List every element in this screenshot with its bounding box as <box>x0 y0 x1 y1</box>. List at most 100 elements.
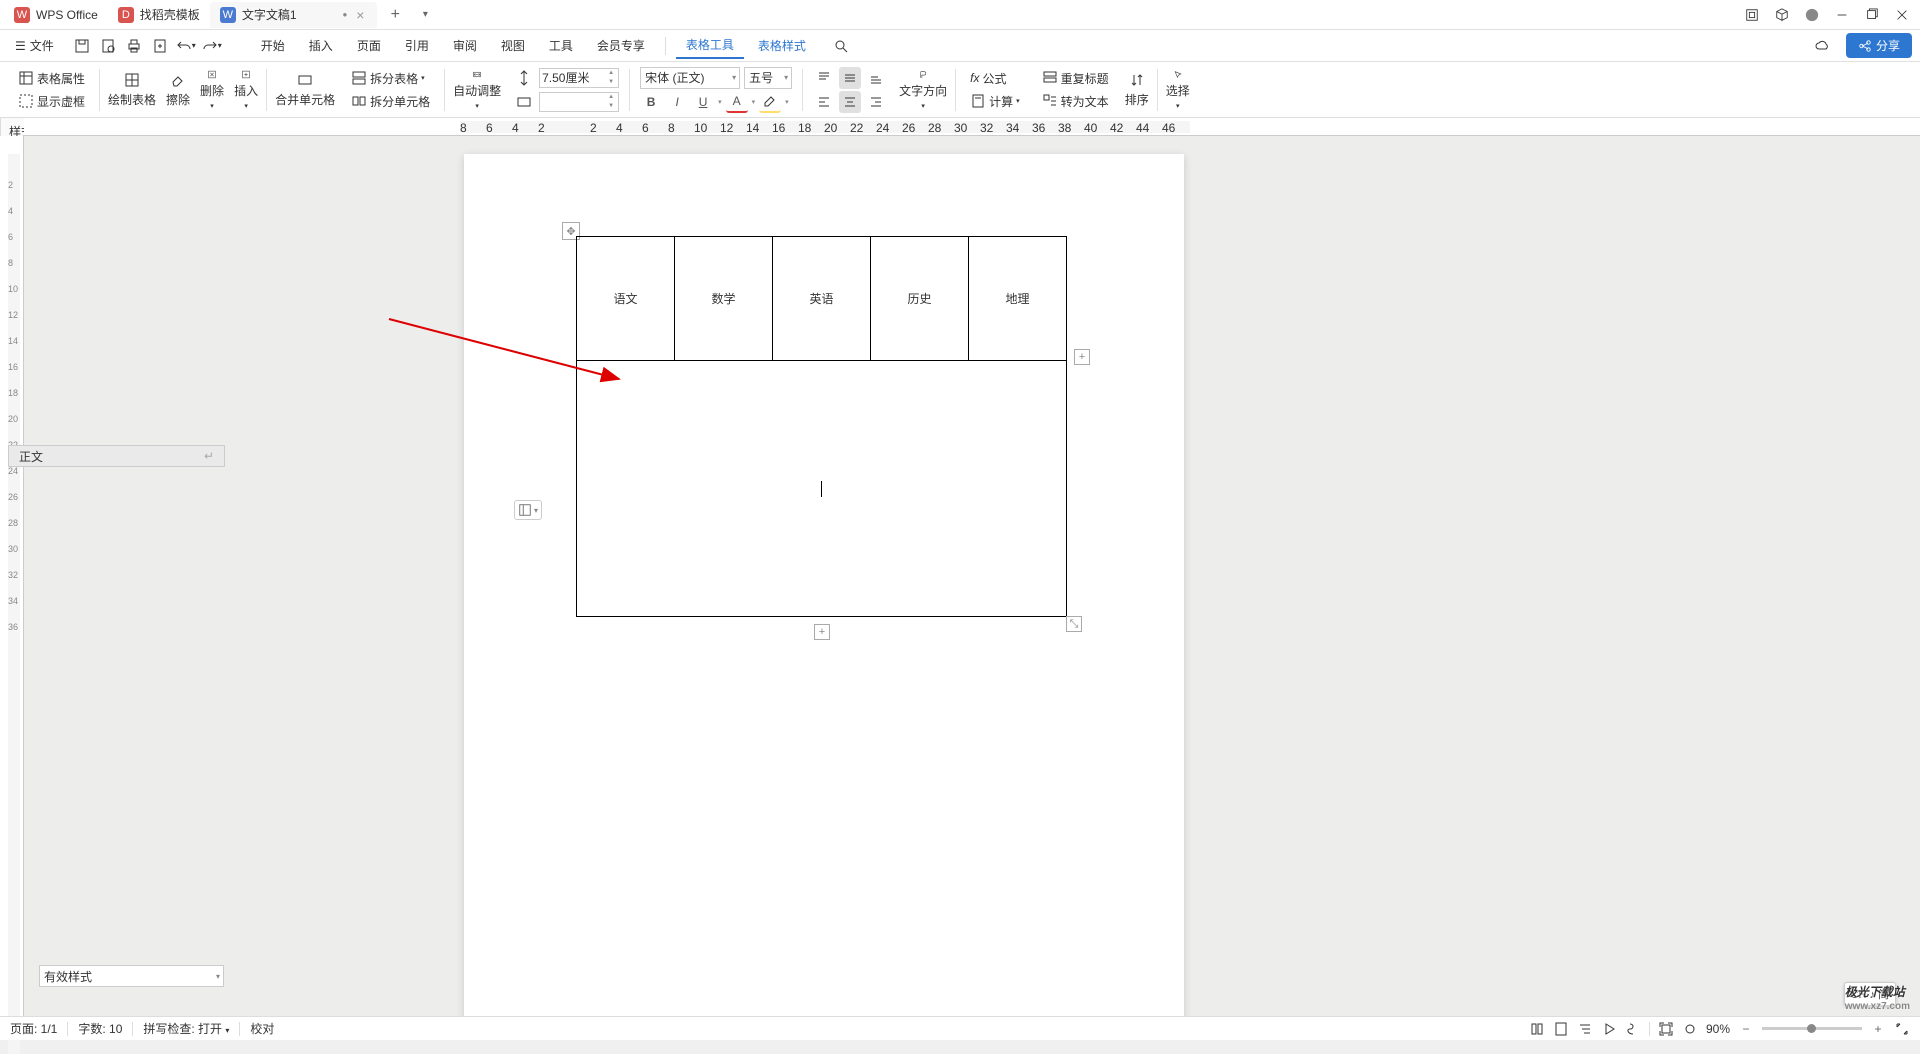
delete-button[interactable]: 删除▾ <box>196 68 228 112</box>
minimize-button[interactable] <box>1828 1 1856 29</box>
print-icon[interactable] <box>123 35 145 57</box>
search-icon[interactable] <box>830 35 852 57</box>
convert-to-text-button[interactable]: 转为文本 <box>1038 91 1113 112</box>
sort-button[interactable]: 排序 <box>1121 68 1153 112</box>
align-right-button[interactable] <box>865 91 887 113</box>
table-resize-handle[interactable]: ⤡ <box>1066 616 1082 632</box>
align-bottom-button[interactable] <box>865 67 887 89</box>
align-center-button[interactable] <box>839 91 861 113</box>
vertical-ruler[interactable]: 24681012141618202224262830323436 <box>0 136 24 1016</box>
draw-table-button[interactable]: 绘制表格 <box>104 68 160 112</box>
align-top-button[interactable] <box>813 67 835 89</box>
redo-icon[interactable]: ▾ <box>201 35 223 57</box>
cube-icon[interactable] <box>1768 1 1796 29</box>
tab-label: 找稻壳模板 <box>140 6 200 23</box>
select-button[interactable]: 选择▾ <box>1162 68 1194 112</box>
outline-view-icon[interactable] <box>1577 1021 1593 1037</box>
print-layout-icon[interactable] <box>1553 1021 1569 1037</box>
tab-wps-home[interactable]: W WPS Office <box>4 2 108 28</box>
menu-member[interactable]: 会员专享 <box>587 33 655 58</box>
export-icon[interactable] <box>149 35 171 57</box>
new-tab-button[interactable]: + <box>383 3 407 27</box>
font-size-select[interactable]: 五号▾ <box>744 67 792 89</box>
table-properties-button[interactable]: 表格属性 <box>14 68 89 89</box>
new-tab-menu[interactable]: ▾ <box>413 3 437 27</box>
menu-bar: ☰ 文件 ▾ ▾ 开始 插入 页面 引用 审阅 视图 工具 会员专享 表格工具 … <box>0 30 1920 62</box>
underline-button[interactable]: U <box>692 91 714 113</box>
menu-table-style[interactable]: 表格样式 <box>748 33 816 58</box>
file-menu[interactable]: ☰ 文件 <box>8 34 61 57</box>
page-indicator[interactable]: 页面: 1/1 <box>10 1020 57 1037</box>
document-table[interactable]: 语文 数学 英语 历史 地理 <box>576 236 1067 617</box>
zoom-in-button[interactable]: + <box>1870 1021 1886 1037</box>
status-bar: 页面: 1/1 字数: 10 拼写检查: 打开 ▾ 校对 90% − + <box>0 1016 1920 1040</box>
display-filter-select[interactable]: 有效样式▾ <box>39 965 224 987</box>
menu-view[interactable]: 视图 <box>491 33 535 58</box>
align-middle-button[interactable] <box>839 67 861 89</box>
table-cell[interactable]: 历史 <box>871 237 969 361</box>
word-count[interactable]: 字数: 10 <box>78 1020 122 1037</box>
document-canvas[interactable]: ✥ 语文 数学 英语 历史 地理 ⤡ + + ▾ <box>24 136 1652 1016</box>
font-color-button[interactable]: A <box>726 91 748 113</box>
add-column-button[interactable]: + <box>1074 349 1090 365</box>
undo-icon[interactable]: ▾ <box>175 35 197 57</box>
highlight-button[interactable] <box>759 91 781 113</box>
hamburger-icon: ☰ <box>15 39 26 53</box>
fit-page-icon[interactable] <box>1894 1021 1910 1037</box>
menu-tools[interactable]: 工具 <box>539 33 583 58</box>
night-mode-icon[interactable] <box>1682 1021 1698 1037</box>
focus-mode-icon[interactable] <box>1658 1021 1674 1037</box>
insert-cells-button[interactable]: 插入▾ <box>230 68 262 112</box>
calculate-button[interactable]: 计算▾ <box>966 91 1024 112</box>
row-height-input[interactable]: 7.50厘米▲▼ <box>539 68 619 88</box>
annotation-arrow <box>384 314 634 394</box>
close-icon[interactable]: × <box>353 8 367 22</box>
menu-review[interactable]: 审阅 <box>443 33 487 58</box>
print-preview-icon[interactable] <box>97 35 119 57</box>
italic-button[interactable]: I <box>666 91 688 113</box>
split-table-button[interactable]: 拆分表格▾ <box>347 68 434 89</box>
save-icon[interactable] <box>71 35 93 57</box>
eraser-button[interactable]: 擦除 <box>162 68 194 112</box>
table-cell[interactable]: 英语 <box>773 237 871 361</box>
avatar-icon[interactable] <box>1798 1 1826 29</box>
zoom-out-button[interactable]: − <box>1738 1021 1754 1037</box>
proofing-status[interactable]: 校对 <box>250 1020 274 1037</box>
zoom-slider[interactable] <box>1762 1027 1862 1030</box>
menu-reference[interactable]: 引用 <box>395 33 439 58</box>
compact-icon[interactable] <box>1738 1 1766 29</box>
share-button[interactable]: 分享 <box>1846 33 1912 58</box>
spell-check-status[interactable]: 拼写检查: 打开 ▾ <box>143 1020 229 1037</box>
show-gridlines-button[interactable]: 显示虚框 <box>14 91 89 112</box>
text-direction-button[interactable]: 文字方向▾ <box>895 68 951 112</box>
menu-insert[interactable]: 插入 <box>299 33 343 58</box>
tab-document[interactable]: W 文字文稿1 ● × <box>210 2 378 28</box>
web-layout-icon[interactable] <box>1601 1021 1617 1037</box>
ribbon: 表格属性 显示虚框 绘制表格 擦除 删除▾ 插入▾ 合并单元格 拆分表格▾ 拆分… <box>0 62 1920 118</box>
cloud-icon[interactable] <box>1812 35 1834 57</box>
zoom-value[interactable]: 90% <box>1706 1022 1730 1036</box>
table-cell[interactable]: 数学 <box>675 237 773 361</box>
horizontal-ruler[interactable]: 8642246810121416182022242628303234363840… <box>24 118 1920 136</box>
read-mode-icon[interactable] <box>1625 1021 1641 1037</box>
table-context-button[interactable]: ▾ <box>514 500 542 520</box>
maximize-button[interactable] <box>1858 1 1886 29</box>
close-button[interactable] <box>1888 1 1916 29</box>
formula-button[interactable]: fx公式 <box>966 68 1024 89</box>
tab-templates[interactable]: D 找稻壳模板 <box>108 2 210 28</box>
align-left-button[interactable] <box>813 91 835 113</box>
reading-layout-icon[interactable] <box>1529 1021 1545 1037</box>
bold-button[interactable]: B <box>640 91 662 113</box>
split-cell-button[interactable]: 拆分单元格 <box>347 91 434 112</box>
add-row-button[interactable]: + <box>814 624 830 640</box>
style-item[interactable]: 正文↵ <box>8 445 225 467</box>
font-family-select[interactable]: 宋体 (正文)▾ <box>640 67 740 89</box>
col-width-input[interactable]: ▲▼ <box>539 92 619 112</box>
menu-start[interactable]: 开始 <box>251 33 295 58</box>
merge-cells-button: 合并单元格 <box>271 68 339 112</box>
menu-table-tools[interactable]: 表格工具 <box>676 32 744 59</box>
menu-page[interactable]: 页面 <box>347 33 391 58</box>
table-cell[interactable]: 地理 <box>969 237 1067 361</box>
table-merged-cell[interactable] <box>577 361 1067 617</box>
autofit-button[interactable]: 自动调整▾ <box>449 68 505 112</box>
